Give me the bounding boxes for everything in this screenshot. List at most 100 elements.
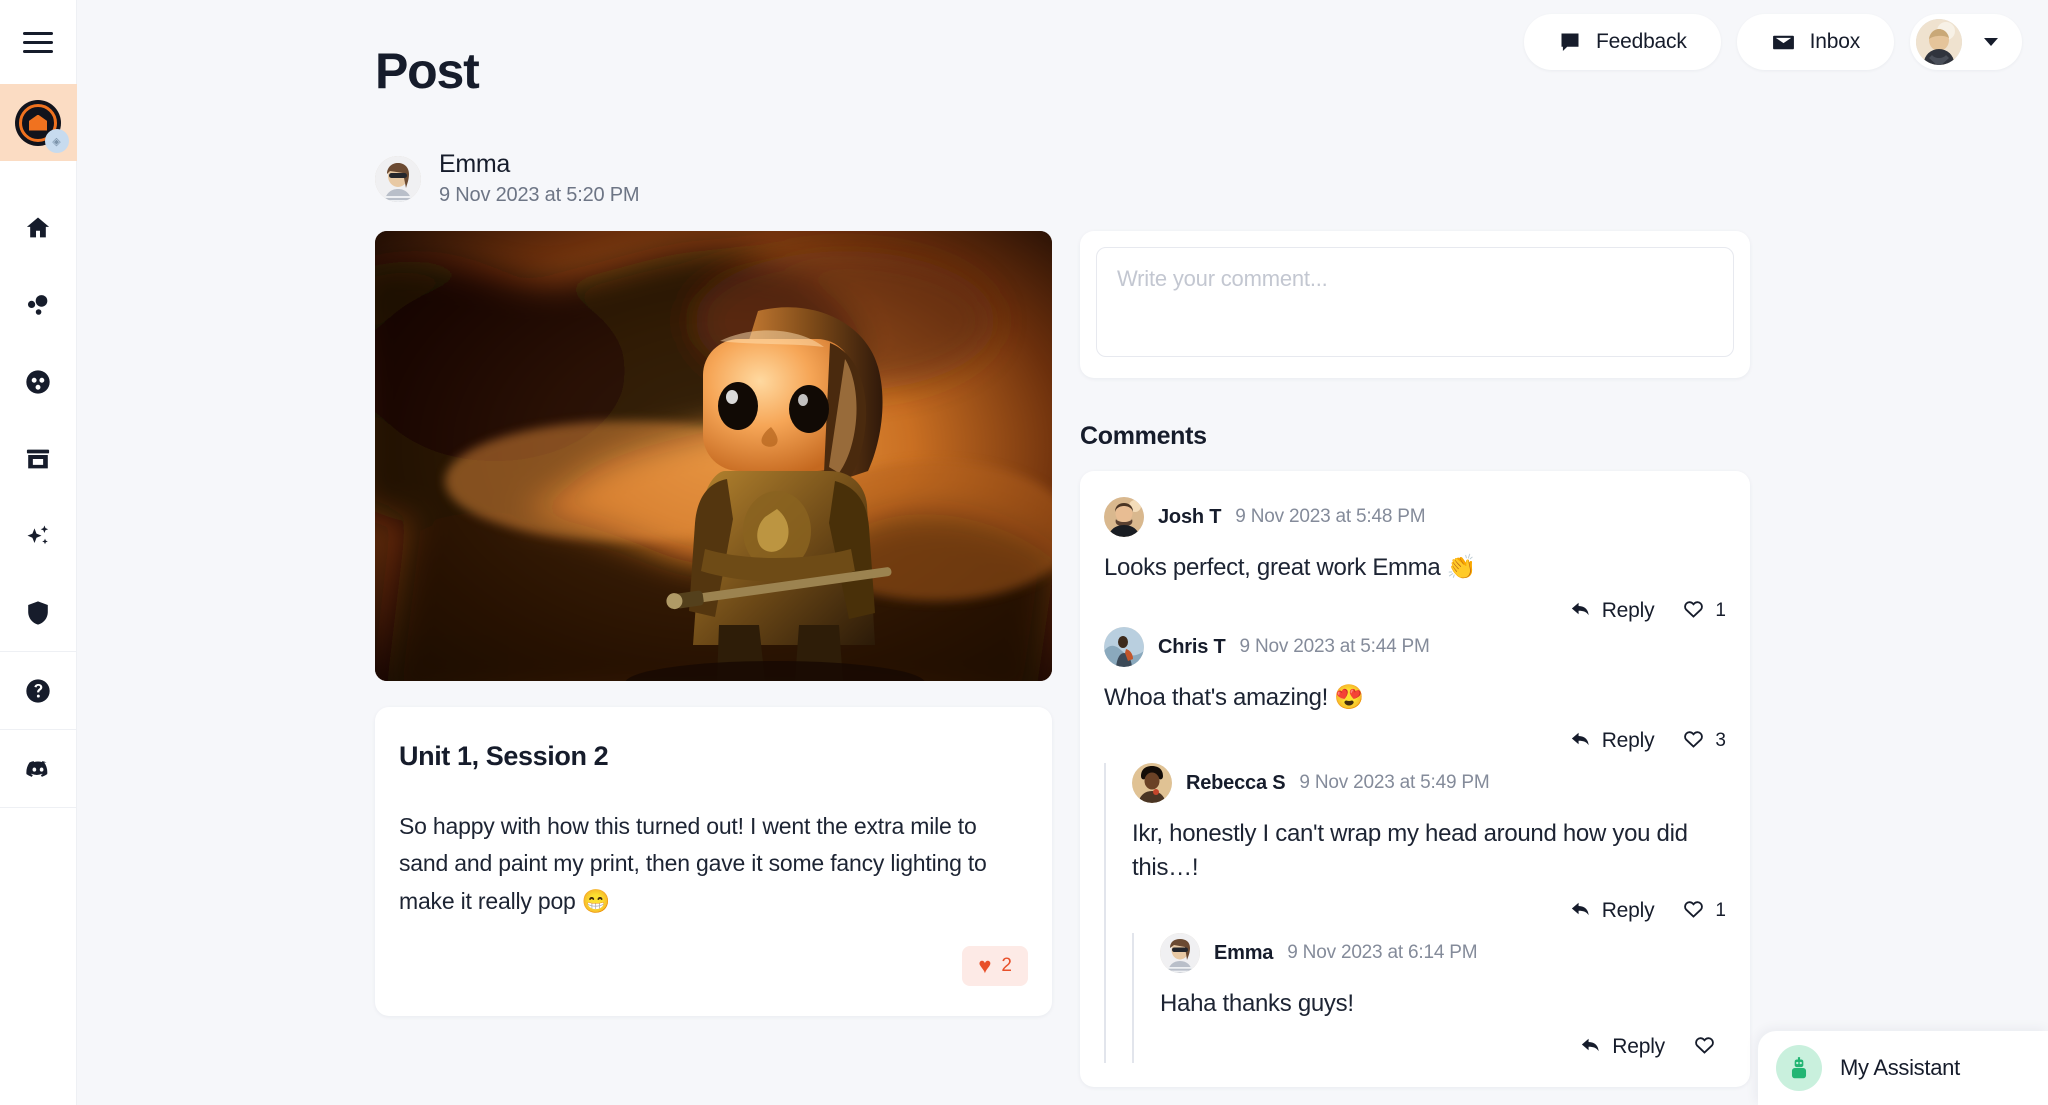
filament-icon [24,368,52,396]
diamond-badge-icon: ◈ [44,129,69,153]
sidebar-divider-3 [0,807,77,808]
post-columns: Unit 1, Session 2 So happy with how this… [375,231,2048,1088]
reply-button[interactable]: Reply [1569,727,1655,755]
help-icon [24,677,52,705]
hamburger-menu-button[interactable] [0,0,77,84]
content: Post Emma 9 Nov 2023 at 5:20 PM Unit 1, … [77,0,2048,1088]
comment-author: Emma [1214,941,1274,964]
sidebar-item-community[interactable] [0,266,77,343]
like-count: 3 [1715,730,1726,752]
comment-item: Rebecca S 9 Nov 2023 at 5:49 PM Ikr, hon… [1132,763,1726,927]
reply-label: Reply [1601,899,1655,923]
post-body: So happy with how this turned out! I wen… [399,813,987,914]
comment-actions: Reply [1160,1033,1726,1061]
post-card-title: Unit 1, Session 2 [399,741,609,771]
comments-heading: Comments [1080,422,1207,450]
comment-text: Whoa that's amazing! 😍 [1104,684,1364,712]
post-card: Unit 1, Session 2 So happy with how this… [375,707,1052,1016]
main-area: Feedback Inbox Post Emma 9 Nov 2023 at 5… [77,0,2048,1105]
like-button[interactable]: 3 [1682,727,1726,755]
comments-column: Comments [1080,231,1750,1088]
reply-arrow-icon [1579,1033,1602,1061]
app-root: ◈ Feedback Inbox Post Emma 9 Nov 2023 at… [0,0,2048,1105]
hamburger-icon [23,26,53,59]
post-image[interactable] [375,231,1052,681]
feedback-button[interactable]: Feedback [1524,14,1721,70]
comment-item: Josh T 9 Nov 2023 at 5:48 PM Looks perfe… [1104,497,1726,627]
comment-header: Chris T 9 Nov 2023 at 5:44 PM [1104,627,1726,668]
like-count: 1 [1715,600,1726,622]
sidebar-item-ai[interactable] [0,497,77,574]
robot-icon [1776,1045,1822,1091]
comment-date: 9 Nov 2023 at 5:44 PM [1239,636,1430,658]
post-reaction-row: ♥ 2 [399,945,1028,986]
sidebar-item-store[interactable] [0,420,77,497]
comment-input[interactable] [1096,247,1734,357]
inbox-button[interactable]: Inbox [1736,14,1894,70]
comment-item: Chris T 9 Nov 2023 at 5:44 PM Whoa that'… [1104,627,1726,757]
comment-avatar [1104,497,1144,537]
comment-date: 9 Nov 2023 at 6:14 PM [1287,942,1478,964]
reply-arrow-icon [1569,727,1592,755]
heart-filled-icon: ♥ [978,952,992,978]
comment-text: Looks perfect, great work Emma 👏 [1104,554,1477,581]
sidebar-item-discord[interactable] [0,730,77,807]
post-heart-reaction-button[interactable]: ♥ 2 [962,945,1028,986]
comment-thread-level-2: Emma 9 Nov 2023 at 6:14 PM Haha thanks g… [1132,933,1726,1064]
comment-author: Chris T [1158,635,1226,658]
avatar [1916,19,1962,65]
reply-label: Reply [1601,599,1655,623]
sidebar-item-workspace-logo[interactable]: ◈ [0,84,77,161]
comment-avatar [1104,627,1144,668]
like-button[interactable] [1693,1033,1726,1061]
reply-button[interactable]: Reply [1569,897,1655,925]
comment-actions: Reply 1 [1104,597,1726,625]
sparkles-icon [24,522,52,550]
feedback-label: Feedback [1596,30,1687,53]
storefront-icon [24,445,52,473]
sidebar: ◈ [0,0,77,1105]
comment-header: Rebecca S 9 Nov 2023 at 5:49 PM [1132,763,1726,804]
like-button[interactable]: 1 [1682,597,1726,625]
reply-button[interactable]: Reply [1569,597,1655,625]
assistant-widget[interactable]: My Assistant [1758,1031,2048,1105]
comment-composer-card [1080,231,1750,378]
post-author-row: Emma 9 Nov 2023 at 5:20 PM [375,150,2048,207]
sidebar-item-home[interactable] [0,189,77,266]
comments-card: Josh T 9 Nov 2023 at 5:48 PM Looks perfe… [1080,471,1750,1088]
comment-avatar [1160,933,1200,974]
home-icon [24,214,52,242]
reply-button[interactable]: Reply [1579,1033,1665,1061]
comment-header: Emma 9 Nov 2023 at 6:14 PM [1160,933,1726,974]
heart-outline-icon [1682,897,1705,925]
reply-label: Reply [1601,729,1655,753]
bubbles-icon [24,291,52,319]
discord-icon [24,755,52,783]
feedback-chat-icon [1558,30,1582,54]
comment-date: 9 Nov 2023 at 5:48 PM [1235,506,1426,527]
user-menu-button[interactable] [1910,14,2022,70]
sidebar-item-filament[interactable] [0,343,77,420]
comment-author: Rebecca S [1186,771,1286,794]
comment-author: Josh T [1158,505,1222,528]
post-author-name: Emma [439,150,511,178]
like-count: 1 [1715,900,1726,922]
comment-date: 9 Nov 2023 at 5:49 PM [1299,772,1490,794]
heart-outline-icon [1693,1033,1716,1061]
sidebar-item-safety[interactable] [0,574,77,651]
topbar: Feedback Inbox [1524,0,2048,84]
inbox-label: Inbox [1809,30,1861,53]
post-column: Unit 1, Session 2 So happy with how this… [375,231,1052,1087]
comment-thread-level-1: Rebecca S 9 Nov 2023 at 5:49 PM Ikr, hon… [1104,763,1726,1064]
post-date: 9 Nov 2023 at 5:20 PM [439,184,640,206]
reply-arrow-icon [1569,897,1592,925]
reply-arrow-icon [1569,597,1592,625]
reply-label: Reply [1612,1035,1665,1059]
heart-outline-icon [1682,727,1705,755]
like-button[interactable]: 1 [1682,897,1726,925]
post-author-avatar [375,155,421,202]
comment-text: Ikr, honestly I can't wrap my head aroun… [1132,820,1688,882]
comment-actions: Reply 1 [1132,897,1726,925]
sidebar-item-help[interactable] [0,652,77,729]
comment-text: Haha thanks guys! [1160,990,1354,1018]
